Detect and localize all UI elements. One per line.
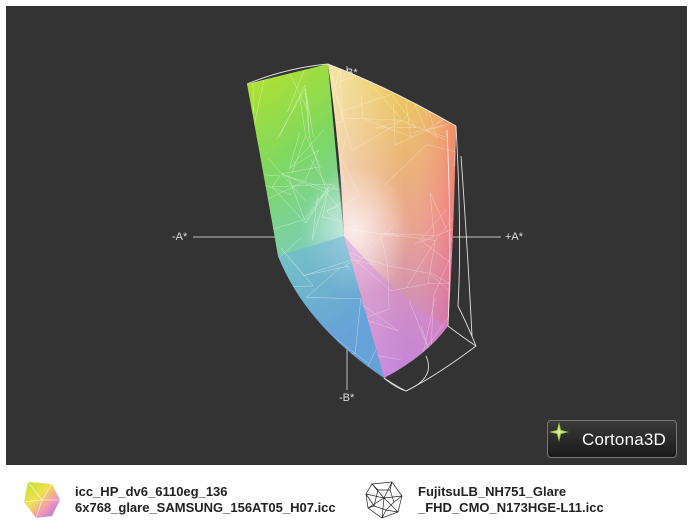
axis-label-b-plus: B* xyxy=(346,67,358,79)
colored-gamut-solid xyxy=(247,64,456,378)
axis-label-b-minus: -B* xyxy=(339,392,355,404)
cortona3d-badge[interactable]: Cortona3D xyxy=(547,420,677,458)
cortona3d-label: Cortona3D xyxy=(582,430,667,449)
axis-label-a-plus: +A* xyxy=(505,231,524,243)
color-gamut-icon xyxy=(23,481,60,519)
legend-2-line-1: FujitsuLB_NH751_Glare xyxy=(418,484,567,499)
3d-gamut-viewer[interactable]: B* -B* +A* -A* Cortona3D xyxy=(6,6,687,465)
axis-label-a-minus: -A* xyxy=(172,231,188,243)
cortona-star-icon xyxy=(549,422,569,442)
legend-2-line-2: _FHD_CMO_N173HGE-L11.icc xyxy=(418,500,604,515)
legend-1-line-2: 6x768_glare_SAMSUNG_156AT05_H07.icc xyxy=(75,500,336,515)
wireframe-gamut-icon xyxy=(365,481,403,519)
legend-1-line-1: icc_HP_dv6_6110eg_136 xyxy=(75,484,228,499)
